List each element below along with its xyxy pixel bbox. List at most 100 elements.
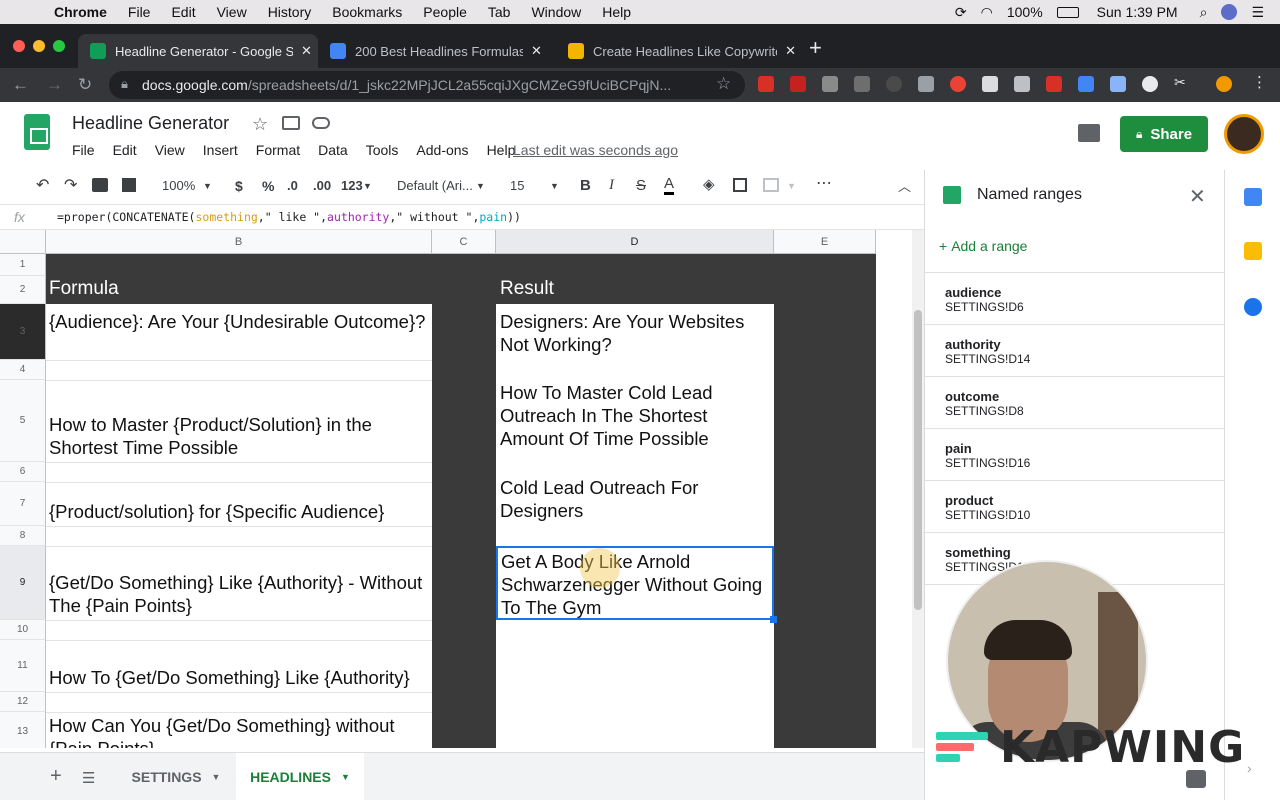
formula-cell[interactable]: {Audience}: Are Your {Undesirable Outcom… xyxy=(46,310,432,358)
extension-icon[interactable] xyxy=(982,76,998,92)
redo-icon[interactable]: ↷ xyxy=(64,175,77,195)
row-header[interactable]: 4 xyxy=(0,360,46,380)
comments-icon[interactable] xyxy=(1078,124,1100,142)
spreadsheet-grid[interactable]: B C D E Formula Result 1 2 3 4 5 6 7 8 9… xyxy=(0,230,910,748)
omnibox[interactable]: 🔒︎ docs.google.com/spreadsheets/d/1_jskc… xyxy=(109,71,745,99)
zoom-select[interactable]: 100% xyxy=(162,178,195,193)
cloud-saved-icon[interactable] xyxy=(312,117,330,129)
battery-icon[interactable] xyxy=(1056,6,1079,18)
extension-icon[interactable] xyxy=(950,76,966,92)
close-tab-icon[interactable]: ✕ xyxy=(531,43,542,59)
account-avatar[interactable] xyxy=(1224,114,1264,154)
doc-menu-edit[interactable]: Edit xyxy=(113,142,137,158)
share-button[interactable]: 🔒︎ Share xyxy=(1120,116,1208,152)
notification-center-icon[interactable]: ☰ xyxy=(1251,4,1264,21)
result-cell[interactable]: How To Master Cold Lead Outreach In The … xyxy=(497,381,773,461)
sheets-logo-icon[interactable] xyxy=(24,114,50,150)
more-formats-button[interactable]: 123 xyxy=(341,178,363,193)
browser-tab-sheets[interactable]: Headline Generator - Google Sheets ✕ xyxy=(78,34,318,68)
minimize-window-button[interactable] xyxy=(33,40,45,52)
vertical-scrollbar[interactable] xyxy=(912,230,924,748)
star-icon[interactable]: ☆ xyxy=(252,114,268,135)
new-tab-button[interactable]: + xyxy=(809,35,822,61)
expand-panel-icon[interactable]: › xyxy=(1247,760,1252,776)
doc-menu-view[interactable]: View xyxy=(155,142,185,158)
row-header[interactable]: 11 xyxy=(0,640,46,692)
named-range-item[interactable]: audience SETTINGS!D6 xyxy=(925,272,1225,324)
row-header[interactable]: 10 xyxy=(0,620,46,640)
fill-color-icon[interactable]: ◈ xyxy=(703,175,715,193)
spotlight-icon[interactable]: ⌕ xyxy=(1200,4,1208,21)
extension-icon[interactable] xyxy=(758,76,774,92)
extension-icon[interactable] xyxy=(822,76,838,92)
formula-cell[interactable]: How Can You {Get/Do Something} without {… xyxy=(46,714,432,748)
currency-format-button[interactable]: $ xyxy=(235,178,243,194)
row-header[interactable]: 9 xyxy=(0,546,46,620)
formula-cell[interactable]: How to Master {Product/Solution} in the … xyxy=(46,380,432,462)
extension-icon[interactable] xyxy=(886,76,902,92)
chevron-down-icon[interactable]: ▼ xyxy=(363,181,372,191)
paint-format-icon[interactable] xyxy=(122,178,136,192)
menu-bookmarks[interactable]: Bookmarks xyxy=(332,4,402,20)
extension-icon[interactable] xyxy=(918,76,934,92)
menu-edit[interactable]: Edit xyxy=(171,4,195,20)
doc-menu-tools[interactable]: Tools xyxy=(366,142,399,158)
browser-tab-copywriters[interactable]: Create Headlines Like Copywriters ✕ xyxy=(556,34,796,68)
maximize-window-button[interactable] xyxy=(53,40,65,52)
menu-people[interactable]: People xyxy=(423,4,467,20)
named-range-item[interactable]: product SETTINGS!D10 xyxy=(925,480,1225,532)
column-header-e[interactable]: E xyxy=(774,230,876,254)
increase-decimal-button[interactable]: .00 xyxy=(313,178,331,193)
wifi-icon[interactable]: ◠ xyxy=(981,4,993,21)
extension-icon[interactable] xyxy=(1014,76,1030,92)
row-header[interactable]: 8 xyxy=(0,526,46,546)
close-tab-icon[interactable]: ✕ xyxy=(301,43,312,59)
calendar-icon[interactable] xyxy=(1244,188,1262,206)
doc-menu-format[interactable]: Format xyxy=(256,142,300,158)
row-header[interactable]: 6 xyxy=(0,462,46,482)
row-header[interactable]: 5 xyxy=(0,380,46,462)
undo-icon[interactable]: ↶ xyxy=(36,175,49,195)
decrease-decimal-button[interactable]: .0 xyxy=(287,178,298,193)
sync-icon[interactable]: ⟳ xyxy=(955,4,967,21)
doc-menu-help[interactable]: Help xyxy=(487,142,516,158)
header-result[interactable]: Result xyxy=(497,278,554,300)
column-header-c[interactable]: C xyxy=(432,230,496,254)
menu-window[interactable]: Window xyxy=(531,4,581,20)
chevron-down-icon[interactable]: ▼ xyxy=(341,772,350,782)
font-select[interactable]: Default (Ari... xyxy=(397,178,473,193)
select-all-corner[interactable] xyxy=(0,230,46,254)
menu-tab[interactable]: Tab xyxy=(488,4,511,20)
formula-cell[interactable]: {Get/Do Something} Like {Authority} - Wi… xyxy=(46,546,432,620)
collapse-menus-icon[interactable]: ︿ xyxy=(898,176,911,195)
more-icon[interactable]: ⋯ xyxy=(816,173,832,193)
back-icon[interactable]: ← xyxy=(12,75,29,95)
explore-icon[interactable] xyxy=(1186,770,1206,788)
doc-menu-addons[interactable]: Add-ons xyxy=(416,142,468,158)
sheet-tab-settings[interactable]: SETTINGS ▼ xyxy=(118,753,234,801)
extension-icon[interactable] xyxy=(1110,76,1126,92)
document-title[interactable]: Headline Generator xyxy=(72,113,229,134)
extension-icon[interactable] xyxy=(790,76,806,92)
extension-icon[interactable] xyxy=(1078,76,1094,92)
close-icon[interactable]: ✕ xyxy=(1189,184,1206,209)
named-range-item[interactable]: pain SETTINGS!D16 xyxy=(925,428,1225,480)
clock[interactable]: Sun 1:39 PM xyxy=(1097,4,1178,20)
print-icon[interactable] xyxy=(92,178,108,192)
url-text[interactable]: docs.google.com/spreadsheets/d/1_jskc22M… xyxy=(142,77,671,93)
chevron-down-icon[interactable]: ▼ xyxy=(787,181,796,191)
forward-icon[interactable]: → xyxy=(46,75,63,95)
strikethrough-button[interactable]: S xyxy=(636,177,646,194)
row-header[interactable]: 3 xyxy=(0,304,46,360)
chevron-down-icon[interactable]: ▼ xyxy=(203,181,212,191)
result-cell[interactable]: Cold Lead Outreach For Designers xyxy=(497,476,773,524)
column-header-b[interactable]: B xyxy=(46,230,432,254)
keep-icon[interactable] xyxy=(1244,242,1262,260)
menu-file[interactable]: File xyxy=(128,4,151,20)
menu-history[interactable]: History xyxy=(268,4,312,20)
percent-format-button[interactable]: % xyxy=(262,178,274,194)
merge-cells-icon[interactable] xyxy=(763,178,779,192)
font-size-select[interactable]: 15 xyxy=(510,178,524,193)
header-formula[interactable]: Formula xyxy=(46,278,119,300)
reload-icon[interactable]: ↻ xyxy=(78,75,92,95)
